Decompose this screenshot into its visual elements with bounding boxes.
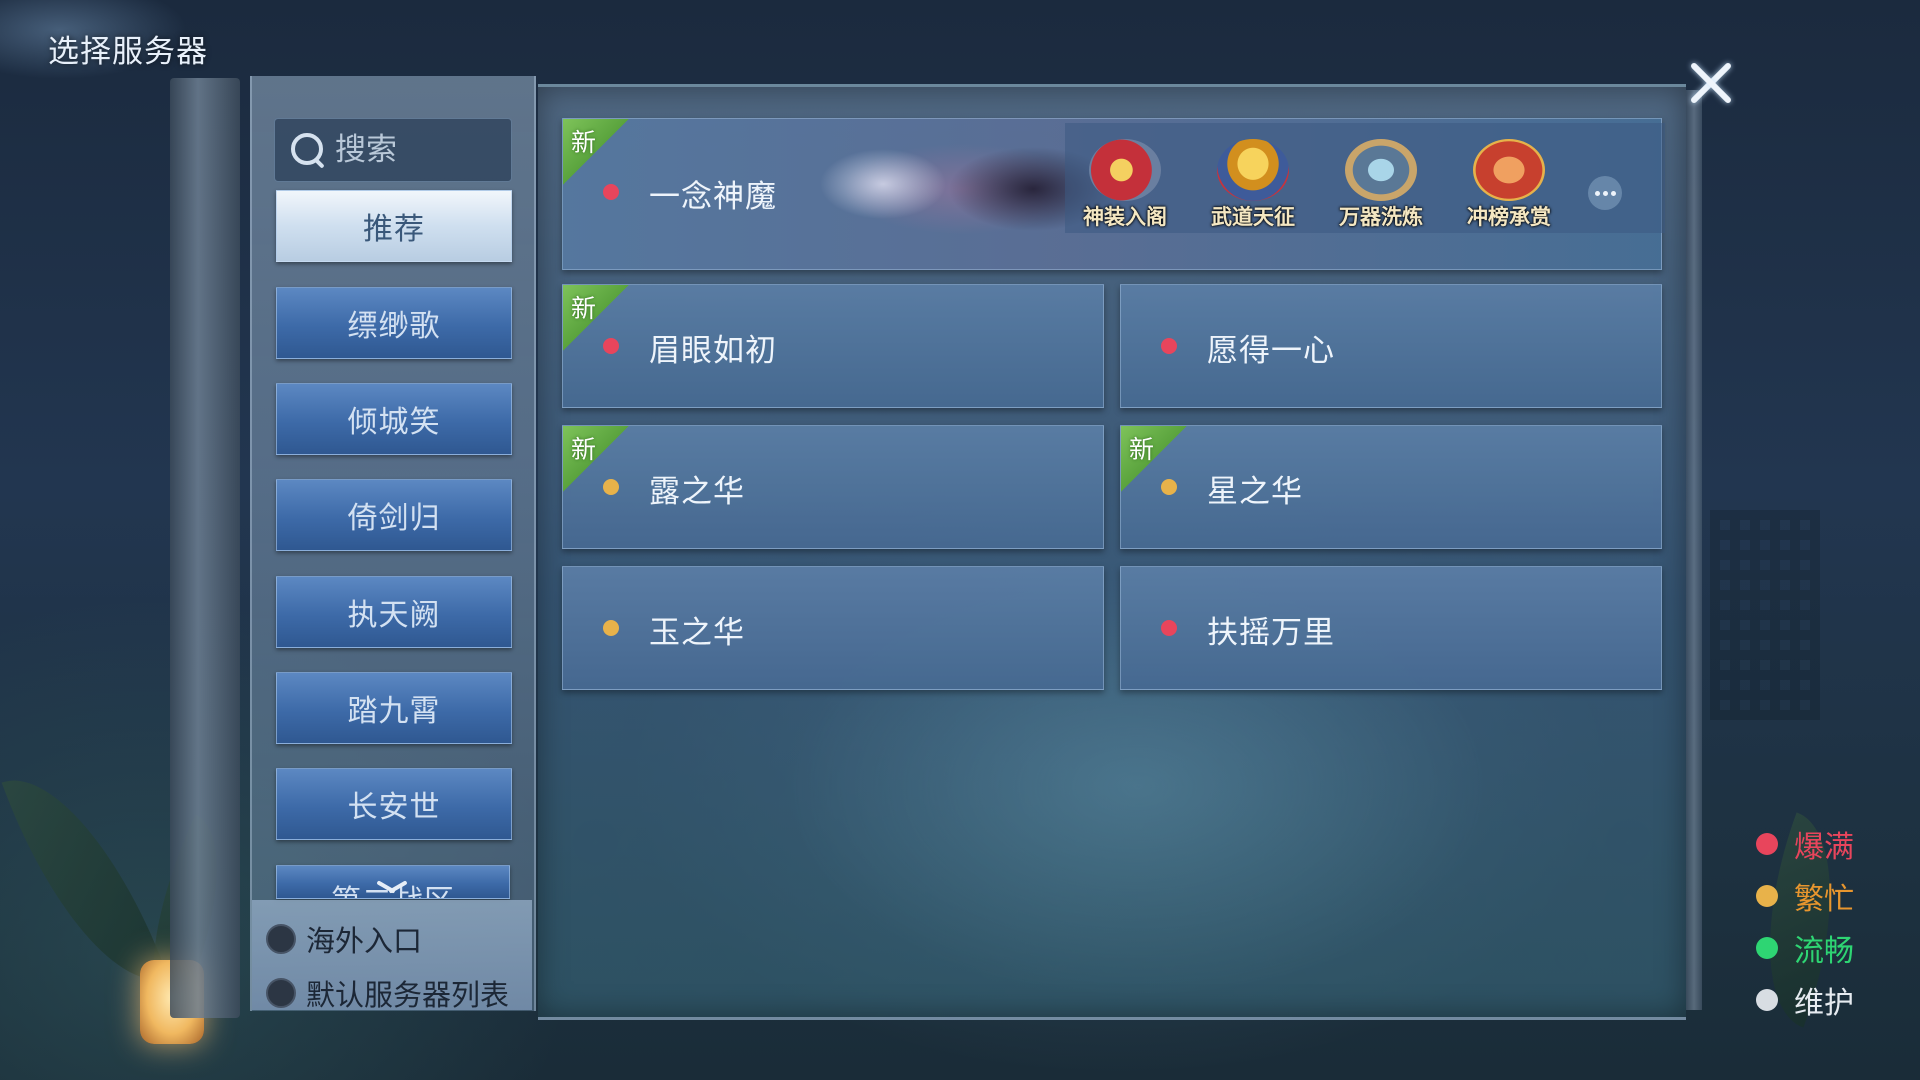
scroll-rod-right — [1686, 90, 1702, 1010]
default-server-list-option[interactable]: 默认服务器列表 — [266, 972, 509, 1014]
event-strip: 神装入阁 武道天征 万器洗炼 冲榜承赏 — [1065, 123, 1665, 233]
server-card[interactable]: 扶摇万里 — [1120, 566, 1662, 690]
tab-tajiuxiao[interactable]: 踏九霄 — [276, 672, 512, 744]
legend-label: 维护 — [1794, 986, 1854, 1021]
tab-yijiangui[interactable]: 倚剑归 — [276, 479, 512, 551]
overseas-entry-label: 海外入口 — [306, 924, 423, 958]
overseas-entry-option[interactable]: 海外入口 — [266, 918, 422, 960]
tab-zhitianque[interactable]: 执天阙 — [276, 576, 512, 648]
event-shenzhuang[interactable]: 神装入阁 — [1065, 123, 1185, 233]
page-title: 选择服务器 — [48, 34, 208, 70]
status-dot-busy — [1161, 479, 1177, 495]
server-card-featured[interactable]: 新 一念神魔 神装入阁 武道天征 万器洗炼 冲榜承赏 — [562, 118, 1665, 270]
status-dot-full — [1756, 833, 1778, 855]
ranking-icon — [1473, 139, 1545, 201]
weapons-icon — [1345, 139, 1417, 201]
status-dot-full — [603, 338, 619, 354]
status-dot-full — [1161, 338, 1177, 354]
legend-label: 繁忙 — [1794, 882, 1854, 917]
event-chongbang[interactable]: 冲榜承赏 — [1449, 123, 1569, 233]
event-wanqi[interactable]: 万器洗炼 — [1321, 123, 1441, 233]
server-name: 露之华 — [649, 474, 745, 510]
legend-smooth: 流畅 — [1756, 926, 1854, 970]
pattern-decoration — [1710, 510, 1820, 720]
new-badge: 新 — [563, 285, 629, 351]
trophy-icon — [1217, 139, 1289, 201]
server-name: 玉之华 — [649, 615, 745, 651]
legend-busy: 繁忙 — [1756, 874, 1854, 918]
tab-qingchengxiao[interactable]: 倾城笑 — [276, 383, 512, 455]
status-dot-busy — [603, 479, 619, 495]
status-dot-smooth — [1756, 937, 1778, 959]
status-dot-full — [1161, 620, 1177, 636]
server-name: 扶摇万里 — [1207, 615, 1335, 651]
tab-changanshi[interactable]: 长安世 — [276, 768, 512, 840]
event-wudao[interactable]: 武道天征 — [1193, 123, 1313, 233]
server-name: 一念神魔 — [649, 179, 777, 215]
server-card[interactable]: 新 眉眼如初 — [562, 284, 1104, 408]
status-dot-full — [603, 184, 619, 200]
server-card[interactable]: 新 露之华 — [562, 425, 1104, 549]
radio-icon — [266, 924, 296, 954]
status-dot-busy — [603, 620, 619, 636]
server-card[interactable]: 玉之华 — [562, 566, 1104, 690]
search-input[interactable] — [333, 131, 507, 169]
new-badge: 新 — [563, 119, 629, 185]
radio-icon — [266, 978, 296, 1008]
server-card[interactable]: 新 星之华 — [1120, 425, 1662, 549]
tab-recommended[interactable]: 推荐 — [276, 190, 512, 262]
server-name: 眉眼如初 — [649, 333, 777, 369]
legend-maintenance: 维护 — [1756, 978, 1854, 1022]
search-icon — [289, 131, 327, 169]
server-card[interactable]: 愿得一心 — [1120, 284, 1662, 408]
chevron-down-icon[interactable] — [376, 879, 406, 897]
scroll-rod — [170, 78, 240, 1018]
coin-icon — [1089, 139, 1161, 201]
default-server-list-label: 默认服务器列表 — [306, 978, 510, 1012]
server-name: 星之华 — [1207, 474, 1303, 510]
search-box[interactable] — [274, 118, 512, 182]
new-badge: 新 — [1121, 426, 1187, 492]
legend-label: 流畅 — [1794, 934, 1854, 969]
legend-label: 爆满 — [1794, 830, 1854, 865]
more-icon[interactable] — [1588, 176, 1622, 210]
server-name: 愿得一心 — [1207, 333, 1335, 369]
legend-full: 爆满 — [1756, 822, 1854, 866]
close-icon[interactable] — [1686, 58, 1736, 108]
new-badge: 新 — [563, 426, 629, 492]
status-dot-maintenance — [1756, 989, 1778, 1011]
status-dot-busy — [1756, 885, 1778, 907]
tab-piaomiaoge[interactable]: 缥缈歌 — [276, 287, 512, 359]
